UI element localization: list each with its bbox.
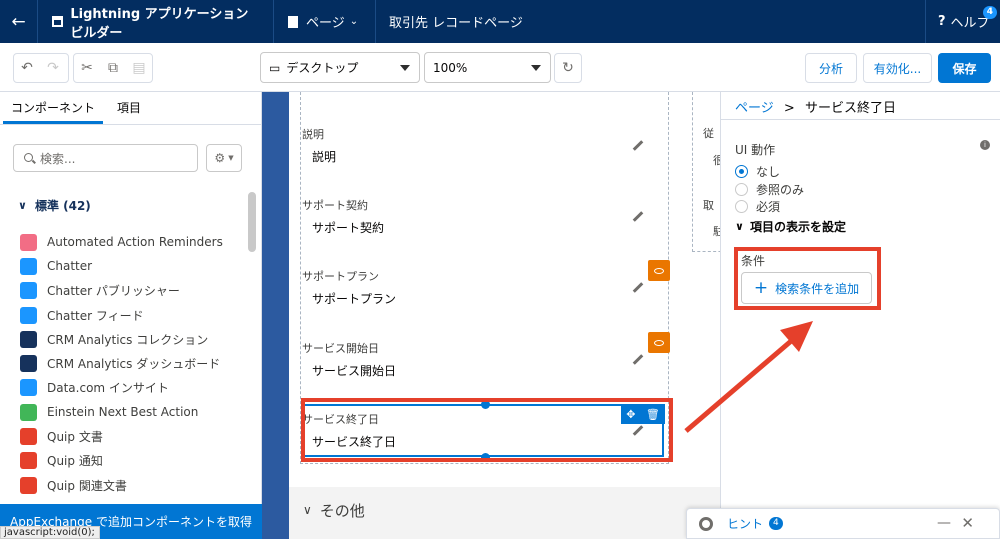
hint-count-badge: 4 — [769, 517, 783, 530]
annotation-arrow-icon — [684, 321, 813, 433]
hint-panel[interactable]: ヒント 4 — ✕ — [686, 508, 1000, 539]
minimize-icon[interactable]: — — [937, 515, 951, 531]
help-ring-icon — [699, 516, 713, 531]
close-icon[interactable]: ✕ — [961, 514, 974, 532]
